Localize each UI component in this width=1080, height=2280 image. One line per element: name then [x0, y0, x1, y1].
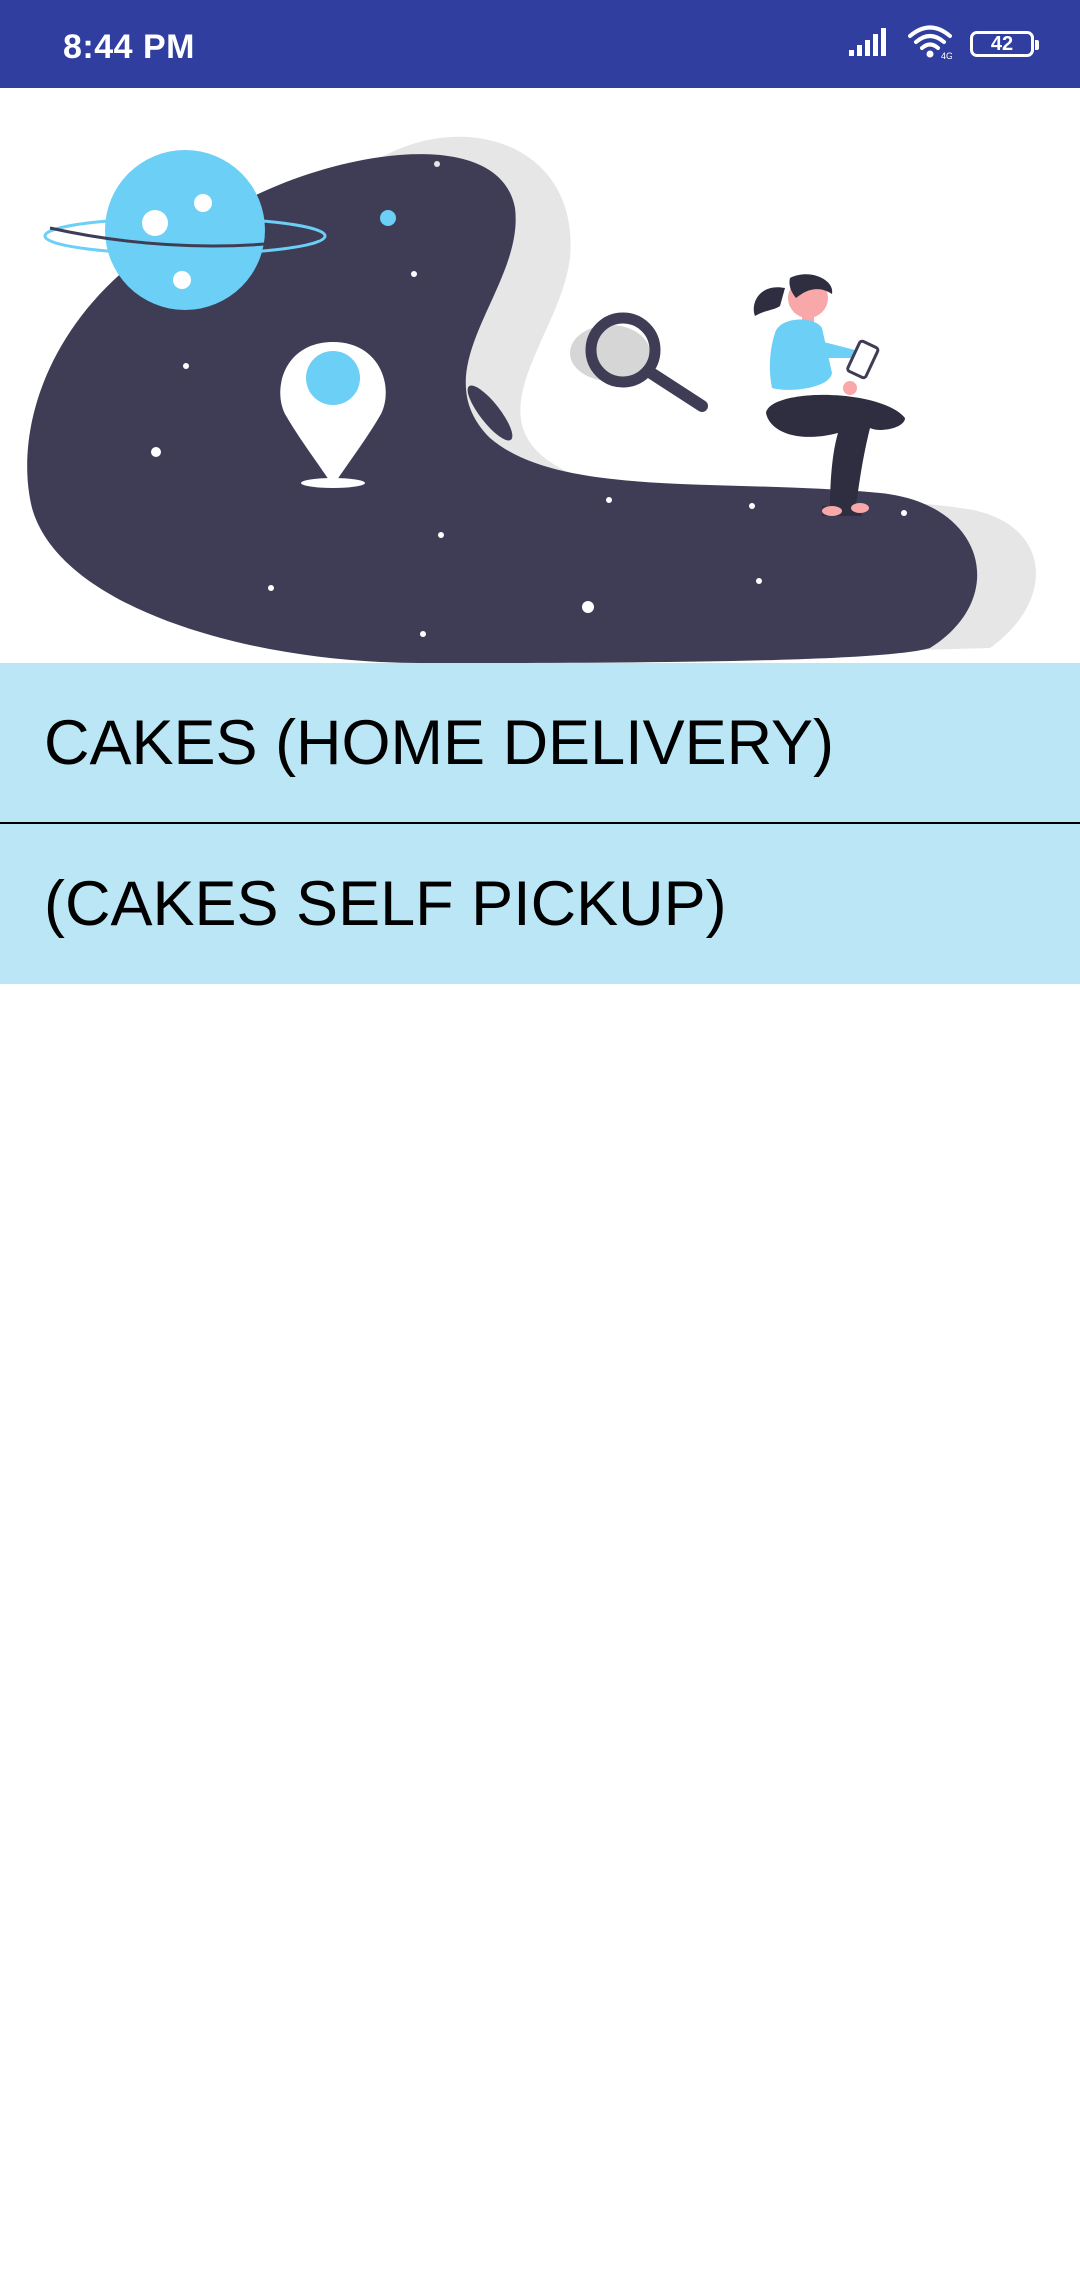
signal-icon — [848, 27, 890, 61]
home-delivery-option[interactable]: CAKES (HOME DELIVERY) — [0, 663, 1080, 822]
home-delivery-label: CAKES (HOME DELIVERY) — [44, 707, 835, 778]
self-pickup-option[interactable]: (CAKES SELF PICKUP) — [0, 824, 1080, 984]
status-time: 8:44 PM — [63, 28, 195, 66]
battery-level: 42 — [990, 32, 1014, 55]
hero-illustration — [0, 88, 1080, 663]
status-bar: 8:44 PM 4G 42 — [0, 0, 1080, 88]
status-icons: 4G 42 — [848, 0, 1039, 88]
wifi-icon: 4G — [908, 25, 953, 64]
self-pickup-label: (CAKES SELF PICKUP) — [44, 869, 727, 939]
svg-text:4G: 4G — [941, 51, 952, 59]
battery-icon: 42 — [970, 31, 1039, 57]
